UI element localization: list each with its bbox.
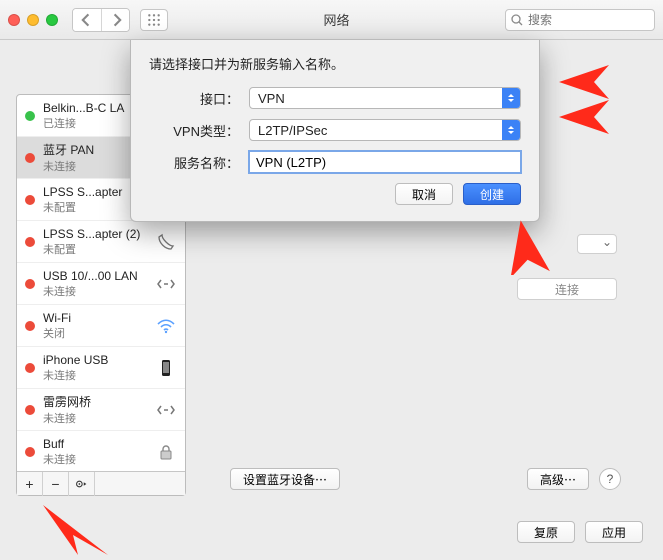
close-window[interactable] — [8, 14, 20, 26]
status-dot — [25, 279, 35, 289]
connect-button[interactable]: 连接 — [517, 278, 617, 300]
help-icon: ? — [607, 472, 614, 486]
sidebar-item[interactable]: USB 10/...00 LAN未连接 — [17, 263, 185, 305]
sidebar-item[interactable]: LPSS S...apter (2)未配置 — [17, 221, 185, 263]
grid-icon — [147, 13, 161, 27]
chevron-updown-icon — [502, 120, 520, 140]
apply-button[interactable]: 应用 — [585, 521, 643, 543]
lock-icon — [155, 442, 177, 462]
thunderbolt-icon — [155, 400, 177, 420]
add-service-button[interactable]: + — [17, 472, 43, 496]
iphone-icon — [155, 358, 177, 378]
gear-icon — [75, 477, 89, 491]
sidebar-item[interactable]: Wi-Fi关闭 — [17, 305, 185, 347]
vpntype-value: L2TP/IPSec — [258, 123, 327, 138]
status-dot — [25, 321, 35, 331]
service-text: Wi-Fi关闭 — [43, 311, 147, 341]
service-status: 未连接 — [43, 410, 147, 426]
service-name-input[interactable] — [249, 151, 521, 173]
status-dot — [25, 153, 35, 163]
zoom-window[interactable] — [46, 14, 58, 26]
minimize-window[interactable] — [27, 14, 39, 26]
nav-back-forward — [72, 8, 130, 32]
service-name-label: 服务名称： — [149, 153, 239, 172]
ethernet-icon — [155, 274, 177, 294]
plus-icon: + — [25, 476, 33, 492]
status-dot — [25, 195, 35, 205]
service-status: 关闭 — [43, 325, 147, 341]
service-status: 未连接 — [43, 451, 147, 467]
status-dot — [25, 111, 35, 121]
vpntype-label: VPN类型： — [149, 121, 239, 140]
status-dot — [25, 363, 35, 373]
status-dot — [25, 405, 35, 415]
sidebar-item[interactable]: iPhone USB未连接 — [17, 347, 185, 389]
show-all-button[interactable] — [140, 9, 168, 31]
service-text: USB 10/...00 LAN未连接 — [43, 269, 147, 299]
service-name: LPSS S...apter (2) — [43, 227, 147, 241]
chevron-right-icon — [109, 13, 123, 27]
service-text: iPhone USB未连接 — [43, 353, 147, 383]
search-input[interactable] — [505, 9, 655, 31]
remove-service-button[interactable]: − — [43, 472, 69, 496]
revert-button[interactable]: 复原 — [517, 521, 575, 543]
config-select[interactable] — [577, 234, 617, 254]
chevron-updown-icon — [502, 88, 520, 108]
service-status: 未连接 — [43, 367, 147, 383]
window-title: 网络 — [174, 10, 499, 29]
wifi-icon — [155, 316, 177, 336]
new-service-sheet: 请选择接口并为新服务输入名称。 接口： VPN VPN类型： L2TP/IPSe… — [130, 40, 540, 222]
cancel-button[interactable]: 取消 — [395, 183, 453, 205]
service-name: 雷雳网桥 — [43, 393, 147, 410]
back-button[interactable] — [73, 9, 101, 31]
create-button[interactable]: 创建 — [463, 183, 521, 205]
service-text: 雷雳网桥未连接 — [43, 393, 147, 426]
service-name: Buff — [43, 437, 147, 451]
status-dot — [25, 237, 35, 247]
minus-icon: − — [51, 476, 59, 492]
interface-value: VPN — [258, 91, 285, 106]
forward-button[interactable] — [101, 9, 129, 31]
service-actions-button[interactable] — [69, 472, 95, 496]
sidebar-item[interactable]: Buff未连接 — [17, 431, 185, 471]
sheet-prompt: 请选择接口并为新服务输入名称。 — [149, 54, 521, 73]
service-name: iPhone USB — [43, 353, 147, 367]
advanced-button[interactable]: 高级⋯ — [527, 468, 589, 490]
service-name: Wi-Fi — [43, 311, 147, 325]
interface-select[interactable]: VPN — [249, 87, 521, 109]
help-button[interactable]: ? — [599, 468, 621, 490]
vpntype-select[interactable]: L2TP/IPSec — [249, 119, 521, 141]
service-status: 未配置 — [43, 241, 147, 257]
service-text: Buff未连接 — [43, 437, 147, 467]
bluetooth-settings-button[interactable]: 设置蓝牙设备⋯ — [230, 468, 340, 490]
interface-label: 接口： — [149, 89, 239, 108]
search-icon — [510, 13, 524, 30]
status-dot — [25, 447, 35, 457]
service-name: USB 10/...00 LAN — [43, 269, 147, 283]
service-text: LPSS S...apter (2)未配置 — [43, 227, 147, 257]
chevron-left-icon — [80, 13, 94, 27]
sidebar-item[interactable]: 雷雳网桥未连接 — [17, 389, 185, 431]
service-status: 未连接 — [43, 283, 147, 299]
phone-icon — [155, 232, 177, 252]
